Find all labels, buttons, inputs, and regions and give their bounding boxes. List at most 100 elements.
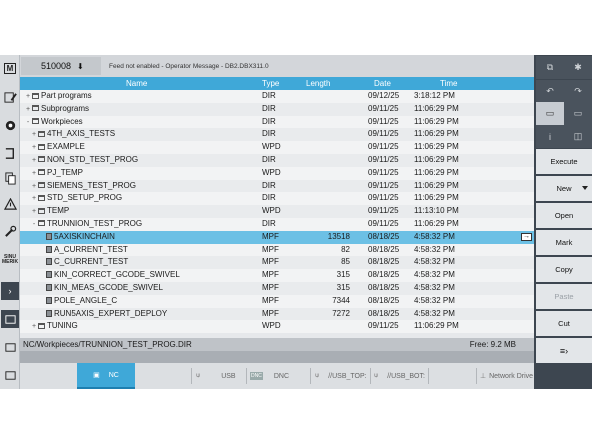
column-time-header[interactable]: Time bbox=[440, 79, 457, 88]
expand-icon[interactable]: + bbox=[30, 321, 38, 334]
file-row[interactable]: 5AXISKINCHAIN MPF 13518 08/18/25 4:58:32 PM → bbox=[20, 230, 534, 244]
cut-softkey[interactable]: Cut bbox=[536, 311, 592, 336]
screenshot-button[interactable]: ◫ bbox=[564, 125, 592, 148]
folder-row[interactable]: + Part programs DIR 09/12/25 3:18:12 PM bbox=[20, 90, 534, 103]
machine-area-button[interactable]: M bbox=[1, 59, 19, 77]
program-manager-button[interactable] bbox=[1, 169, 19, 187]
device-usb-top[interactable]: ⍦ //USB_TOP: bbox=[315, 363, 371, 389]
file-row[interactable]: KIN_CORRECT_GCODE_SWIVEL MPF 315 08/18/25 4:… bbox=[20, 269, 534, 282]
row-type: WPD bbox=[262, 321, 281, 331]
file-row[interactable]: RUN5AXIS_EXPERT_DEPLOY MPF 7272 08/18/25 4:5… bbox=[20, 307, 534, 321]
row-name-cell: POLE_ANGLE_C bbox=[38, 295, 117, 308]
row-time: 11:06:29 PM bbox=[414, 116, 459, 126]
folder-icon bbox=[32, 92, 39, 99]
program-button[interactable] bbox=[1, 144, 19, 162]
row-name: TUNING bbox=[47, 321, 78, 331]
row-name-cell: + STD_SETUP_PROG bbox=[30, 192, 122, 206]
parameter-button[interactable] bbox=[1, 116, 19, 134]
sinumerik-button[interactable]: SINU MERIK bbox=[1, 251, 19, 269]
file-list: + Part programs DIR 09/12/25 3:18:12 PM + Subp… bbox=[20, 90, 534, 334]
row-type: DIR bbox=[262, 116, 276, 126]
column-length-header[interactable]: Length bbox=[306, 79, 330, 88]
commissioning-screen: M SINU MERIK › 510008 ⬇ Feed not enabled… bbox=[0, 55, 592, 389]
alarm-header: 510008 ⬇ Feed not enabled - Operator Mes… bbox=[20, 55, 534, 77]
folder-row[interactable]: + NON_STD_TEST_PROG DIR 09/11/25 11:06:29 PM bbox=[20, 153, 534, 167]
mark-softkey[interactable]: Mark bbox=[536, 230, 592, 255]
folder-row[interactable]: + EXAMPLE WPD 09/11/25 11:06:29 PM bbox=[20, 141, 534, 154]
preview-window-button[interactable]: ▭ bbox=[536, 102, 564, 125]
device-usb[interactable]: ⍦ USB bbox=[196, 363, 246, 389]
execute-softkey[interactable]: Execute bbox=[536, 149, 592, 174]
open-softkey[interactable]: Open bbox=[536, 203, 592, 228]
row-name-cell: + TEMP bbox=[30, 205, 69, 219]
row-length: 13518 bbox=[327, 231, 350, 241]
undo-button[interactable]: ↶ bbox=[536, 80, 564, 103]
row-type: MPF bbox=[262, 244, 279, 254]
window-toggle-button-3[interactable] bbox=[1, 366, 19, 384]
row-date: 08/18/25 bbox=[368, 257, 400, 267]
file-row[interactable]: C_CURRENT_TEST MPF 85 08/18/25 4:58:32 PM bbox=[20, 256, 534, 270]
column-name-header[interactable]: Name bbox=[126, 79, 147, 88]
row-name-cell: KIN_MEAS_GCODE_SWIVEL bbox=[38, 282, 163, 295]
copy-pages-icon: ⧉ bbox=[546, 62, 554, 72]
usb-icon: ⍦ bbox=[374, 372, 379, 379]
row-name: KIN_CORRECT_GCODE_SWIVEL bbox=[54, 270, 180, 280]
alarm-number-box[interactable]: 510008 ⬇ bbox=[21, 57, 101, 75]
free-memory: Free: 9.2 MB bbox=[469, 340, 516, 349]
row-type: DIR bbox=[262, 193, 276, 203]
edit-program-button[interactable] bbox=[1, 88, 19, 106]
info-button[interactable]: i bbox=[536, 125, 564, 148]
folder-row[interactable]: - Workpieces DIR 09/11/25 11:06:29 PM bbox=[20, 115, 534, 129]
file-row[interactable]: KIN_MEAS_GCODE_SWIVEL MPF 315 08/18/25 4:58:… bbox=[20, 281, 534, 295]
window-icon: ▭ bbox=[573, 108, 583, 118]
row-name-cell: + Subprograms bbox=[24, 103, 89, 117]
folder-row[interactable]: + Subprograms DIR 09/11/25 11:06:29 PM bbox=[20, 102, 534, 117]
gear-icon bbox=[5, 120, 15, 130]
copy-softkey[interactable]: Copy bbox=[536, 257, 592, 282]
row-name: 5AXISKINCHAIN bbox=[54, 231, 115, 241]
row-name: Subprograms bbox=[41, 103, 90, 113]
overview-button[interactable]: ⧉ bbox=[536, 56, 564, 79]
column-type-header[interactable]: Type bbox=[262, 79, 279, 88]
row-date: 09/11/25 bbox=[368, 193, 399, 203]
open-arrow-icon[interactable]: → bbox=[521, 232, 532, 241]
window-button[interactable]: ▭ bbox=[564, 102, 592, 125]
device-bar: ▣ NC ⍦ USB DNC DNC ⍦ //USB_TOP: ⍦ //USB_… bbox=[20, 363, 536, 389]
expand-left-button[interactable]: › bbox=[1, 282, 19, 300]
row-length: 7272 bbox=[332, 308, 350, 318]
column-date-header[interactable]: Date bbox=[374, 79, 391, 88]
diagnostics-button[interactable] bbox=[1, 195, 19, 213]
row-time: 11:06:29 PM bbox=[414, 180, 459, 190]
file-row[interactable]: POLE_ANGLE_C MPF 7344 08/18/25 4:58:32 PM bbox=[20, 294, 534, 308]
device-network-drive[interactable]: ⊥ Network Drive bbox=[480, 363, 536, 389]
row-type: DIR bbox=[262, 180, 276, 190]
paste-softkey[interactable]: Paste bbox=[536, 284, 592, 309]
folder-row[interactable]: + STD_SETUP_PROG DIR 09/11/25 11:06:29 PM bbox=[20, 192, 534, 206]
status-bar: NC/Workpieces/TRUNNION_TEST_PROG.DIR Fre… bbox=[20, 338, 534, 351]
more-softkey[interactable]: ≡› bbox=[536, 338, 592, 363]
folder-row[interactable]: + TEMP WPD 09/11/25 11:13:10 PM bbox=[20, 205, 534, 218]
file-icon bbox=[46, 245, 52, 253]
folder-row[interactable]: + SIEMENS_TEST_PROG DIR 09/11/25 11:06:29 PM bbox=[20, 179, 534, 193]
folder-row[interactable]: + TUNING WPD 09/11/25 11:06:29 PM bbox=[20, 320, 534, 334]
device-dnc[interactable]: DNC DNC bbox=[250, 363, 310, 389]
device-usb-bot[interactable]: ⍦ //USB_BOT: bbox=[374, 363, 430, 389]
tool-button[interactable]: ✱ bbox=[564, 56, 592, 79]
setup-button[interactable] bbox=[1, 222, 19, 240]
file-row[interactable]: A_CURRENT_TEST MPF 82 08/18/25 4:58:32 PM bbox=[20, 243, 534, 257]
device-nc[interactable]: ▣ NC bbox=[77, 363, 135, 389]
redo-button[interactable]: ↷ bbox=[564, 80, 592, 103]
folder-row[interactable]: +4TH_AXIS_TESTS DIR 09/11/25 11:06:29 PM bbox=[20, 128, 534, 142]
folder-row[interactable]: - TRUNNION_TEST_PROG DIR 09/11/25 11:06:29 P… bbox=[20, 217, 534, 231]
row-name: RUN5AXIS_EXPERT_DEPLOY bbox=[54, 308, 168, 318]
file-icon bbox=[46, 271, 52, 279]
file-icon bbox=[46, 232, 52, 240]
window-toggle-button-1[interactable] bbox=[1, 310, 19, 328]
folder-row[interactable]: + PJ_TEMP WPD 09/11/25 11:06:29 PM bbox=[20, 166, 534, 180]
row-time: 11:06:29 PM bbox=[414, 103, 459, 113]
folder-icon bbox=[38, 143, 45, 150]
row-name-cell: + EXAMPLE bbox=[30, 141, 85, 155]
new-softkey[interactable]: New bbox=[536, 176, 592, 201]
window-toggle-button-2[interactable] bbox=[1, 338, 19, 356]
row-name: PJ_TEMP bbox=[47, 167, 84, 177]
